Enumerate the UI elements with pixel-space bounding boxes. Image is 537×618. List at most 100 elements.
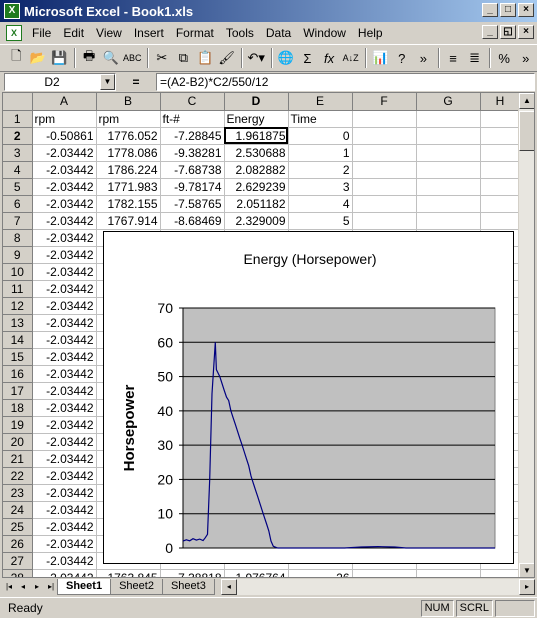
cut-icon[interactable]: ✂ — [152, 47, 173, 69]
cell-a22[interactable]: -2.03442 — [32, 467, 97, 485]
cell-g4[interactable] — [416, 161, 481, 179]
autosum-icon[interactable]: Σ — [297, 47, 318, 69]
cell-d28[interactable]: 1.976764 — [224, 569, 289, 577]
column-header-d[interactable]: D — [224, 93, 289, 111]
cell-e4[interactable]: 2 — [288, 161, 353, 179]
tab-sheet3[interactable]: Sheet3 — [161, 578, 215, 595]
cell-h1[interactable] — [480, 110, 521, 128]
cell-f28[interactable] — [352, 569, 417, 577]
vertical-scroll-thumb[interactable] — [519, 111, 534, 151]
cell-c3[interactable]: -9.38281 — [160, 144, 225, 162]
cell-e2[interactable]: 0 — [288, 127, 353, 145]
copy-icon[interactable]: ⧉ — [173, 47, 194, 69]
column-header-g[interactable]: G — [416, 93, 481, 111]
cell-b2[interactable]: 1776.052 — [96, 127, 161, 145]
row-header[interactable]: 4 — [3, 161, 33, 179]
cell-b6[interactable]: 1782.155 — [96, 195, 161, 213]
row-header[interactable]: 8 — [3, 229, 33, 247]
paste-function-icon[interactable]: fx — [319, 47, 340, 69]
cell-f2[interactable] — [352, 127, 417, 145]
menu-edit[interactable]: Edit — [57, 26, 90, 40]
cell-a16[interactable]: -2.03442 — [32, 365, 97, 383]
tab-sheet1[interactable]: Sheet1 — [57, 578, 112, 595]
cell-a6[interactable]: -2.03442 — [32, 195, 97, 213]
row-header[interactable]: 18 — [3, 399, 33, 417]
row-header[interactable]: 22 — [3, 467, 33, 485]
menu-insert[interactable]: Insert — [128, 26, 170, 40]
cell-c28[interactable]: -7.38818 — [160, 569, 225, 577]
cell-h5[interactable] — [480, 178, 521, 196]
cell-c6[interactable]: -7.58765 — [160, 195, 225, 213]
align-right-icon[interactable]: ≣ — [464, 47, 485, 69]
cell-g7[interactable] — [416, 212, 481, 230]
row-header[interactable]: 28 — [3, 569, 33, 577]
row-header[interactable]: 12 — [3, 297, 33, 315]
cell-a17[interactable]: -2.03442 — [32, 382, 97, 400]
maximize-button[interactable]: □ — [500, 3, 516, 17]
name-box-dropdown-icon[interactable]: ▼ — [100, 74, 115, 90]
equals-icon[interactable]: = — [116, 75, 156, 89]
undo-icon[interactable]: ↶▾ — [246, 47, 267, 69]
sort-ascending-icon[interactable]: A↓Z — [340, 47, 361, 69]
cell-d7[interactable]: 2.329009 — [224, 212, 289, 230]
cell-a8[interactable]: -2.03442 — [32, 229, 97, 247]
cell-d2[interactable]: 1.961875 — [224, 127, 289, 145]
cell-b7[interactable]: 1767.914 — [96, 212, 161, 230]
scroll-left-icon[interactable]: ◂ — [220, 578, 237, 595]
save-icon[interactable]: 💾 — [49, 47, 70, 69]
cell-b5[interactable]: 1771.983 — [96, 178, 161, 196]
cell-a20[interactable]: -2.03442 — [32, 433, 97, 451]
cell-a27[interactable]: -2.03442 — [32, 552, 97, 570]
cell-c2[interactable]: -7.28845 — [160, 127, 225, 145]
cell-a24[interactable]: -2.03442 — [32, 501, 97, 519]
next-sheet-icon[interactable]: ▸ — [30, 579, 44, 594]
row-header[interactable]: 14 — [3, 331, 33, 349]
cell-g1[interactable] — [416, 110, 481, 128]
cell-d5[interactable]: 2.629239 — [224, 178, 289, 196]
help-icon[interactable]: ? — [392, 47, 413, 69]
column-header-f[interactable]: F — [352, 93, 417, 111]
print-icon[interactable]: 🖶 — [79, 47, 100, 69]
cell-a10[interactable]: -2.03442 — [32, 263, 97, 281]
horizontal-scrollbar[interactable]: ◂ ▸ — [220, 578, 535, 595]
row-header[interactable]: 9 — [3, 246, 33, 264]
row-header[interactable]: 3 — [3, 144, 33, 162]
cell-b28[interactable]: 1763.845 — [96, 569, 161, 577]
row-header[interactable]: 23 — [3, 484, 33, 502]
cell-a7[interactable]: -2.03442 — [32, 212, 97, 230]
cell-a15[interactable]: -2.03442 — [32, 348, 97, 366]
open-icon[interactable]: 📂 — [28, 47, 49, 69]
cell-h3[interactable] — [480, 144, 521, 162]
doc-restore-button[interactable]: ◱ — [500, 25, 516, 39]
cell-e1[interactable]: Time — [288, 110, 353, 128]
vertical-scrollbar[interactable]: ▲ ▼ — [518, 93, 534, 577]
embedded-chart[interactable]: Energy (Horsepower) 0 10 20 30 40 50 60 70 Horsep… — [103, 231, 514, 564]
cell-g2[interactable] — [416, 127, 481, 145]
cell-h28[interactable] — [480, 569, 521, 577]
menu-tools[interactable]: Tools — [220, 26, 260, 40]
row-header[interactable]: 21 — [3, 450, 33, 468]
doc-close-button[interactable]: × — [518, 25, 534, 39]
menu-view[interactable]: View — [90, 26, 128, 40]
cell-e28[interactable]: 26 — [288, 569, 353, 577]
cell-c1[interactable]: ft-# — [160, 110, 225, 128]
cell-c4[interactable]: -7.68738 — [160, 161, 225, 179]
row-header[interactable]: 27 — [3, 552, 33, 570]
cell-a28[interactable]: -2.03442 — [32, 569, 97, 577]
cell-f4[interactable] — [352, 161, 417, 179]
format-painter-icon[interactable]: 🖌 — [216, 47, 237, 69]
cell-e7[interactable]: 5 — [288, 212, 353, 230]
formula-input[interactable]: =(A2-B2)*C2/550/12 — [156, 73, 535, 91]
cell-e5[interactable]: 3 — [288, 178, 353, 196]
row-header[interactable]: 10 — [3, 263, 33, 281]
cell-b4[interactable]: 1786.224 — [96, 161, 161, 179]
cell-f6[interactable] — [352, 195, 417, 213]
cell-d4[interactable]: 2.082882 — [224, 161, 289, 179]
select-all-corner[interactable] — [3, 93, 33, 111]
column-header-c[interactable]: C — [160, 93, 225, 111]
cell-f3[interactable] — [352, 144, 417, 162]
cell-a19[interactable]: -2.03442 — [32, 416, 97, 434]
row-header[interactable]: 7 — [3, 212, 33, 230]
first-sheet-icon[interactable]: |◂ — [2, 579, 16, 594]
cell-a21[interactable]: -2.03442 — [32, 450, 97, 468]
